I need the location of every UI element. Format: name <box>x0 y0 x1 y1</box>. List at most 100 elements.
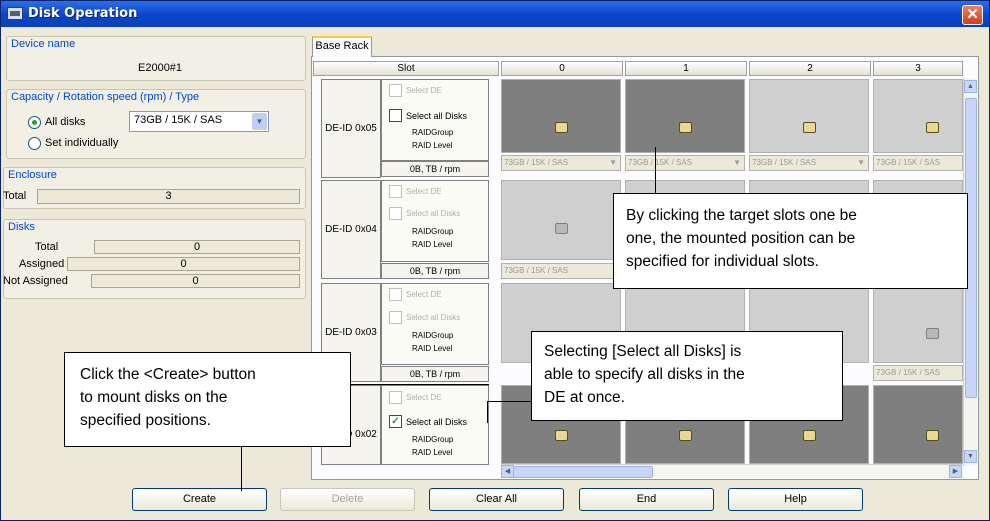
disks-assigned-value: 0 <box>67 257 300 271</box>
raid-level-label: RAID Level <box>412 344 453 353</box>
slot-capacity-value: 73GB / 15K / SAS <box>504 266 569 275</box>
delete-button[interactable]: Delete <box>280 488 415 511</box>
disks-not-assigned-label: Not Assigned <box>3 275 68 287</box>
slot-header: Slot <box>313 61 499 76</box>
column-header-2: 2 <box>749 61 871 76</box>
horizontal-scroll-thumb[interactable] <box>513 466 653 478</box>
close-icon[interactable]: ✕ <box>962 5 983 25</box>
slot-capacity-value: 73GB / 15K / SAS <box>628 158 693 167</box>
select-de-label: Select DE <box>406 290 442 299</box>
slot-capacity-select[interactable]: 73GB / 15K / SAS ▼ <box>749 155 869 171</box>
callout-leader-line <box>241 447 242 491</box>
select-de-label: Select DE <box>406 187 442 196</box>
create-callout: Click the <Create> button to mount disks… <box>64 352 351 447</box>
enclosure-label: Enclosure <box>8 169 57 181</box>
chevron-down-icon: ▼ <box>733 158 741 167</box>
disk-icon <box>803 122 816 133</box>
column-header-1: 1 <box>625 61 747 76</box>
slot-capacity-select[interactable]: 73GB / 15K / SAS ▼ <box>501 155 621 171</box>
disk-icon <box>679 430 692 441</box>
raid-level-label: RAID Level <box>412 448 453 457</box>
select-de-checkbox[interactable] <box>389 391 402 404</box>
rpm-label: 0B, TB / rpm <box>381 161 489 177</box>
select-all-disks-label: Select all Disks <box>406 313 461 322</box>
enclosure-total-label: Total <box>3 190 27 202</box>
callout-text: able to specify all disks in the <box>544 366 745 383</box>
set-individually-label: Set individually <box>45 137 119 149</box>
rpm-label: 0B, TB / rpm <box>381 366 489 382</box>
capacity-select-value: 73GB / 15K / SAS <box>134 114 223 126</box>
slot-capacity-value: 73GB / 15K / SAS <box>752 158 817 167</box>
clear-all-button[interactable]: Clear All <box>429 488 564 511</box>
disks-label: Disks <box>8 221 35 233</box>
disk-operation-window: Disk Operation ✕ Device name E2000#1 Cap… <box>0 0 990 521</box>
rpm-label: 0B, TB / rpm <box>381 263 489 279</box>
chevron-down-icon: ▼ <box>857 158 865 167</box>
select-all-disks-checkbox[interactable]: ✓ <box>389 415 402 428</box>
slot-capacity-select[interactable]: 73GB / 15K / SAS ▼ <box>625 155 745 171</box>
disk-icon <box>803 430 816 441</box>
callout-leader-line <box>487 401 488 423</box>
select-de-checkbox[interactable] <box>389 288 402 301</box>
disks-assigned-label: Assigned <box>19 258 65 270</box>
disk-slot[interactable] <box>873 283 963 363</box>
slot-capacity-select[interactable]: 73GB / 15K / SAS <box>873 365 963 381</box>
select-de-checkbox[interactable] <box>389 84 402 97</box>
callout-leader-line <box>351 384 489 385</box>
title-bar[interactable]: Disk Operation ✕ <box>1 1 989 27</box>
disk-icon <box>926 122 939 133</box>
device-name-label: Device name <box>11 38 76 50</box>
callout-text: specified positions. <box>80 412 211 429</box>
de-id-label: DE-ID 0x03 <box>325 327 377 338</box>
disk-slot[interactable] <box>625 79 745 153</box>
select-de-label: Select DE <box>406 393 442 402</box>
select-all-disks-checkbox[interactable] <box>389 109 402 122</box>
callout-text: one, the mounted position can be <box>626 230 856 247</box>
disk-icon <box>555 430 568 441</box>
create-button[interactable]: Create <box>132 488 267 511</box>
scroll-right-icon[interactable]: ▶ <box>949 465 962 478</box>
callout-text: By clicking the target slots one be <box>626 207 857 224</box>
raid-group-label: RAIDGroup <box>412 331 454 340</box>
select-de-label: Select DE <box>406 86 442 95</box>
slot-capacity-value: 73GB / 15K / SAS <box>876 158 941 167</box>
all-disks-radio[interactable] <box>28 116 41 129</box>
end-button[interactable]: End <box>579 488 714 511</box>
select-all-disks-label: Select all Disks <box>406 417 468 427</box>
raid-group-label: RAIDGroup <box>412 128 454 137</box>
slot-capacity-value: 73GB / 15K / SAS <box>876 368 941 377</box>
help-button[interactable]: Help <box>728 488 863 511</box>
select-all-disks-label: Select all Disks <box>406 111 468 121</box>
de-id-label: DE-ID 0x05 <box>325 123 377 134</box>
disks-total-label: Total <box>35 241 59 253</box>
disk-slot[interactable] <box>749 79 869 153</box>
tab-base-rack[interactable]: Base Rack <box>312 36 372 57</box>
column-header-3: 3 <box>873 61 963 76</box>
disk-icon <box>555 223 568 234</box>
select-de-checkbox[interactable] <box>389 185 402 198</box>
chevron-down-icon: ▼ <box>609 158 617 167</box>
select-all-disks-checkbox[interactable] <box>389 207 402 220</box>
raid-group-label: RAIDGroup <box>412 435 454 444</box>
slot-capacity-select[interactable]: 73GB / 15K / SAS <box>501 263 621 279</box>
scroll-up-icon[interactable]: ▲ <box>964 80 977 93</box>
capacity-select[interactable]: 73GB / 15K / SAS ▼ <box>129 111 269 132</box>
scroll-down-icon[interactable]: ▼ <box>964 450 977 463</box>
disk-slot[interactable] <box>501 79 621 153</box>
horizontal-scrollbar[interactable]: ◀ ▶ <box>501 464 963 478</box>
disk-slot[interactable] <box>501 180 621 260</box>
disk-icon <box>926 328 939 339</box>
select-all-disks-checkbox[interactable] <box>389 311 402 324</box>
disk-slot[interactable] <box>873 79 963 153</box>
callout-text: Selecting [Select all Disks] is <box>544 343 742 360</box>
disk-slot[interactable] <box>873 385 963 464</box>
slot-capacity-select[interactable]: 73GB / 15K / SAS <box>873 155 963 171</box>
slot-capacity-value: 73GB / 15K / SAS <box>504 158 569 167</box>
callout-leader-line <box>487 401 531 402</box>
chevron-down-icon[interactable]: ▼ <box>252 113 267 130</box>
de-id-label: DE-ID 0x04 <box>325 224 377 235</box>
raid-level-label: RAID Level <box>412 240 453 249</box>
raid-group-label: RAIDGroup <box>412 227 454 236</box>
select-all-callout: Selecting [Select all Disks] is able to … <box>531 331 843 421</box>
set-individually-radio[interactable] <box>28 137 41 150</box>
